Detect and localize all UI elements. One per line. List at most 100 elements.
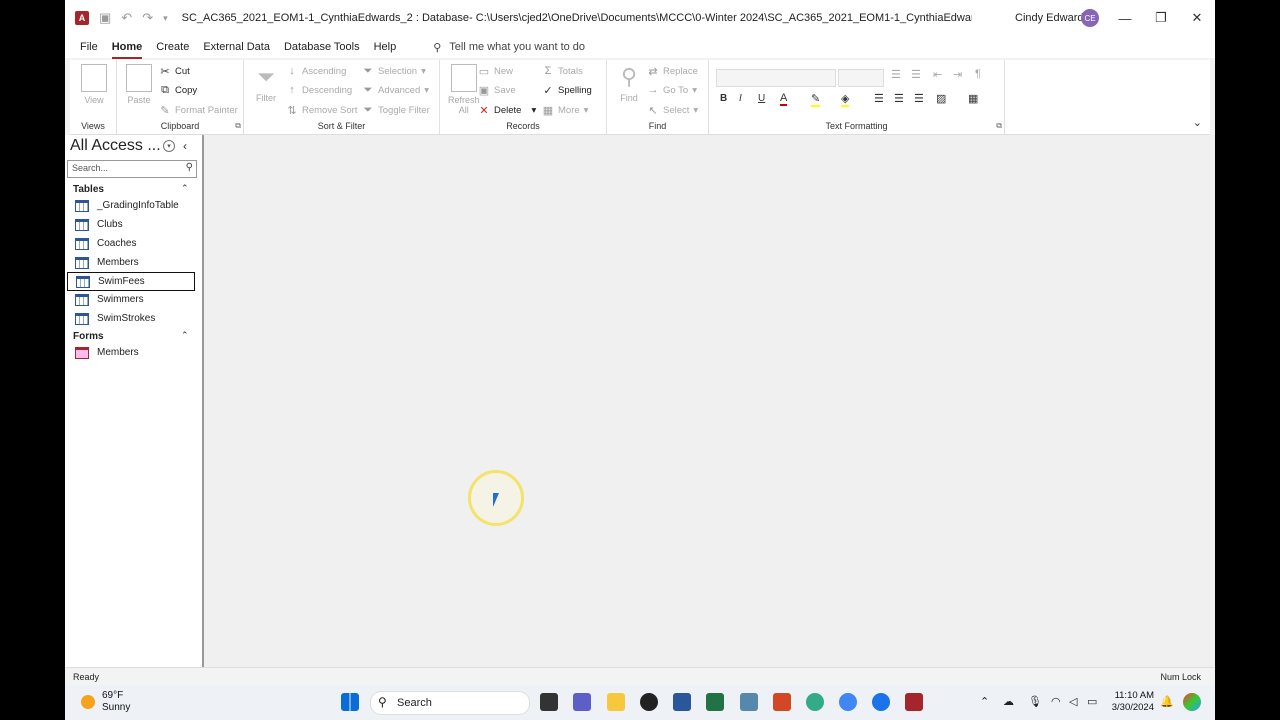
tab-database-tools[interactable]: Database Tools <box>277 36 367 58</box>
volume-icon[interactable]: ◁ <box>1069 695 1077 708</box>
customize-qat-icon[interactable]: ▾ <box>163 13 168 24</box>
taskbar-search-box[interactable]: ⚲ Search <box>370 691 530 715</box>
sun-icon[interactable] <box>81 695 95 709</box>
list-item[interactable]: Clubs <box>67 216 193 233</box>
save-icon[interactable]: ▣ <box>99 10 111 26</box>
close-button[interactable]: ✕ <box>1182 8 1212 28</box>
find-button[interactable]: ⚲ Find <box>617 64 641 103</box>
copy-button[interactable]: ⧉ Copy <box>159 84 197 97</box>
powerpoint-icon[interactable] <box>773 693 791 711</box>
search-icon[interactable]: ⚲ <box>186 162 193 173</box>
windows-start-icon[interactable] <box>341 693 359 711</box>
view-button[interactable]: View <box>81 64 107 105</box>
collapse-tables-icon[interactable]: ⌃ <box>181 183 189 194</box>
collapse-ribbon-icon[interactable]: ⌄ <box>1193 116 1202 129</box>
filter-button[interactable]: ⏷ Filter <box>254 64 278 103</box>
list-item[interactable]: Swimmers <box>67 291 193 308</box>
list-item-selected[interactable]: SwimFees <box>67 272 195 291</box>
ascending-button[interactable]: ↓ Ascending <box>286 65 346 77</box>
avatar[interactable]: CE <box>1081 9 1099 27</box>
tab-create[interactable]: Create <box>149 36 196 58</box>
more-button[interactable]: ▦ More ▾ <box>542 104 589 117</box>
alternate-row-color-icon[interactable]: ▨ <box>936 92 946 105</box>
remove-sort-button[interactable]: ⇅ Remove Sort <box>286 104 357 117</box>
shutter-bar-close-icon[interactable]: ‹ <box>183 139 187 153</box>
collapse-forms-icon[interactable]: ⌃ <box>181 330 189 341</box>
nav-menu-chevron-icon[interactable]: ▾ <box>163 140 175 152</box>
list-item[interactable]: SwimStrokes <box>67 310 193 327</box>
select-button[interactable]: ↖ Select ▾ <box>647 104 698 117</box>
task-view-icon[interactable] <box>540 693 558 711</box>
excel-icon[interactable] <box>706 693 724 711</box>
undo-icon[interactable]: ↶ <box>121 10 132 26</box>
clock[interactable]: 11:10 AM 3/30/2024 <box>1110 690 1154 714</box>
align-center-icon[interactable]: ☰ <box>894 92 904 105</box>
minimize-button[interactable]: — <box>1110 8 1140 28</box>
weather-widget[interactable]: 69°F Sunny <box>102 690 130 714</box>
format-painter-button[interactable]: ✎ Format Painter <box>159 104 237 117</box>
wifi-icon[interactable]: ◠ <box>1051 695 1061 708</box>
align-right-icon[interactable]: ☰ <box>914 92 924 105</box>
goto-button[interactable]: → Go To ▾ <box>647 84 697 96</box>
totals-button[interactable]: Σ Totals <box>542 65 583 77</box>
delete-record-button[interactable]: ✕ Delete ▾ <box>478 104 536 117</box>
increase-indent-icon[interactable]: ⇥ <box>953 68 962 81</box>
bold-button[interactable]: B <box>720 93 727 104</box>
new-record-button[interactable]: ▭ New <box>478 65 513 78</box>
bullets-icon[interactable]: ☰ <box>891 68 901 81</box>
tab-external-data[interactable]: External Data <box>196 36 277 58</box>
list-item[interactable]: Members <box>67 344 193 361</box>
document-workspace[interactable] <box>204 135 1215 667</box>
access-icon[interactable] <box>905 693 923 711</box>
notification-bell-icon[interactable]: 🔔 <box>1160 695 1174 708</box>
tab-help[interactable]: Help <box>367 36 404 58</box>
italic-button[interactable]: I <box>739 93 742 104</box>
text-formatting-launcher-icon[interactable]: ⧉ <box>996 121 1002 131</box>
restore-button[interactable]: ❐ <box>1146 8 1176 28</box>
underline-button[interactable]: U <box>758 93 765 104</box>
align-left-icon[interactable]: ☰ <box>874 92 884 105</box>
background-color-icon[interactable]: ◈ <box>841 92 850 107</box>
show-hidden-icons-icon[interactable]: ⌃ <box>980 695 989 708</box>
copilot-icon[interactable] <box>1183 693 1201 711</box>
highlight-icon[interactable]: ✎ <box>811 92 821 107</box>
microphone-icon[interactable]: 🎙 <box>1028 695 1042 708</box>
paragraph-direction-icon[interactable]: ¶ <box>975 68 981 80</box>
nav-pane-title[interactable]: All Access ... <box>70 137 161 155</box>
paste-button[interactable]: Paste <box>126 64 152 105</box>
nav-search-input[interactable]: Search... ⚲ <box>67 160 197 178</box>
cut-button[interactable]: ✂ Cut <box>159 65 189 78</box>
tell-me-box[interactable]: ⚲ Tell me what you want to do <box>433 41 585 54</box>
save-record-button[interactable]: ▣ Save <box>478 84 516 97</box>
chrome-profile-icon[interactable] <box>839 693 857 711</box>
gridlines-icon[interactable]: ▦ <box>968 92 978 105</box>
section-tables[interactable]: Tables <box>73 184 104 195</box>
onedrive-icon[interactable]: ☁ <box>1003 695 1014 708</box>
decrease-indent-icon[interactable]: ⇤ <box>933 68 942 81</box>
font-color-button[interactable]: A <box>780 92 788 106</box>
section-forms[interactable]: Forms <box>73 331 104 342</box>
clipboard-launcher-icon[interactable]: ⧉ <box>235 121 241 131</box>
teams-icon[interactable] <box>573 693 591 711</box>
redo-icon[interactable]: ↷ <box>142 10 153 26</box>
word-icon[interactable] <box>673 693 691 711</box>
toggle-filter-button[interactable]: ⏷ Toggle Filter <box>362 104 430 117</box>
app-circle-icon[interactable] <box>872 693 890 711</box>
selection-button[interactable]: ⏷ Selection ▾ <box>362 65 426 78</box>
replace-button[interactable]: ⇄ Replace <box>647 65 697 78</box>
battery-icon[interactable]: ▭ <box>1087 695 1097 708</box>
list-item[interactable]: Members <box>67 254 193 271</box>
user-name[interactable]: Cindy Edwards <box>1015 12 1089 24</box>
refresh-all-button[interactable]: Refresh All <box>448 64 480 115</box>
snipping-tool-icon[interactable] <box>740 693 758 711</box>
tab-file[interactable]: File <box>73 36 105 58</box>
file-explorer-icon[interactable] <box>607 693 625 711</box>
dell-icon[interactable] <box>640 693 658 711</box>
list-item[interactable]: _GradingInfoTable <box>67 197 193 214</box>
numbering-icon[interactable]: ☰ <box>911 68 921 81</box>
tab-home[interactable]: Home <box>105 36 150 59</box>
chrome-icon[interactable] <box>806 693 824 711</box>
list-item[interactable]: Coaches <box>67 235 193 252</box>
font-size-combo[interactable] <box>838 69 884 87</box>
font-name-combo[interactable] <box>716 69 836 87</box>
